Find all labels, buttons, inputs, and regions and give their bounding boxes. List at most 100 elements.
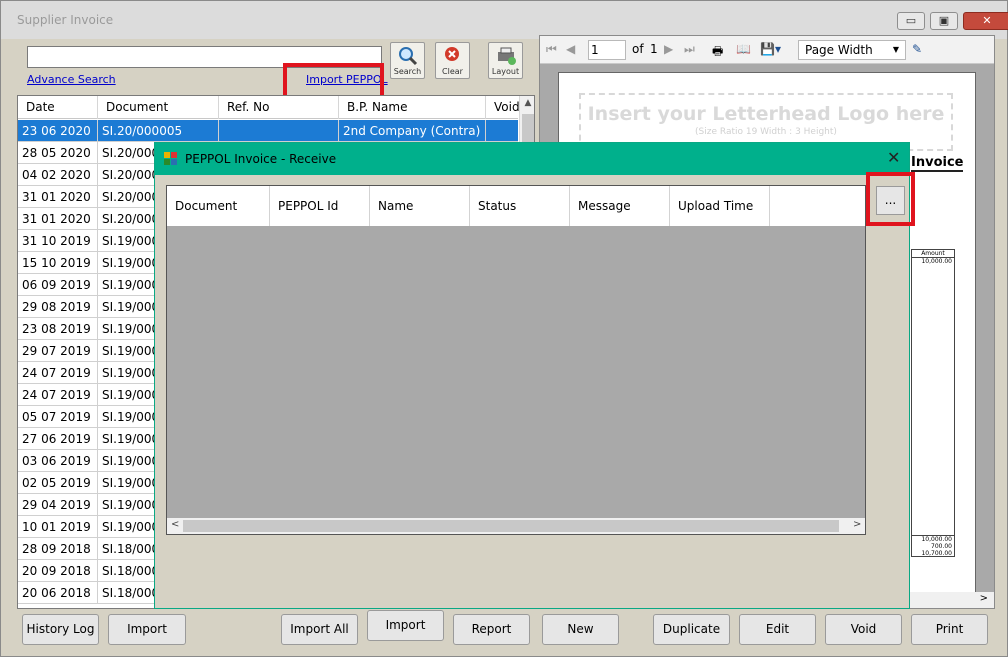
peppol-horizontal-scrollbar[interactable]: < > [167,518,865,534]
maximize-icon: ▣ [938,14,950,27]
dialog-title: PEPPOL Invoice - Receive [185,152,337,166]
col-document[interactable]: Document [98,96,219,119]
layout-icon [498,47,516,65]
minimize-button[interactable]: ▭ [897,12,925,30]
clear-button-label: Clear [442,67,463,76]
preview-toolbar: ⏮ ◀ 1 of 1 ▶ ⏭ 🖶 📖 💾▾ Page Width ▼ ✎ [540,36,994,64]
void-button[interactable]: Void [825,614,902,645]
scroll-up-icon[interactable]: ▲ [520,98,534,108]
table-cell: 28 09 2018 [18,538,98,560]
supplier-invoice-window: Supplier Invoice ▭ ▣ ✕ Advance Search Im… [0,0,1008,657]
col-peppol-document[interactable]: Document [167,186,270,226]
next-page-icon[interactable]: ▶ [664,42,673,56]
dialog-close-icon[interactable]: ✕ [887,148,900,167]
of-label: of [632,42,644,56]
clear-icon [445,47,459,61]
col-ref-no[interactable]: Ref. No [219,96,339,119]
advance-search-link[interactable]: Advance Search [27,73,116,86]
totals-block: 10,000.00 700.00 10,700.00 [912,535,954,557]
scroll-left-icon[interactable]: < [171,519,179,530]
table-cell: 05 07 2019 [18,406,98,428]
col-peppol-message[interactable]: Message [570,186,670,226]
col-peppol-name[interactable]: Name [370,186,470,226]
logo-size-hint: (Size Ratio 19 Width : 3 Height) [695,127,837,137]
close-button[interactable]: ✕ [963,12,1008,30]
amount-header: Amount [912,250,954,258]
import-button[interactable]: Import [108,614,186,645]
search-button-label: Search [393,67,422,76]
history-log-button[interactable]: History Log [22,614,99,645]
table-cell: 02 05 2019 [18,472,98,494]
highlight-import-peppol [283,63,384,99]
table-cell: 24 07 2019 [18,384,98,406]
table-cell: 27 06 2019 [18,428,98,450]
table-cell: 06 09 2019 [18,274,98,296]
table-cell: SI.20/000005 [98,120,219,142]
search-icon [399,47,418,66]
page-setup-icon[interactable]: 📖 [736,42,751,56]
logo-placeholder-text: Insert your Letterhead Logo here [587,103,945,125]
dialog-title-bar: PEPPOL Invoice - Receive ✕ [155,143,909,175]
table-cell: 29 04 2019 [18,494,98,516]
layout-button[interactable]: Layout [488,42,523,79]
first-page-icon[interactable]: ⏮ [546,42,557,57]
peppol-scroll-thumb[interactable] [183,520,839,532]
peppol-grid[interactable]: Document PEPPOL Id Name Status Message U… [166,185,866,535]
col-peppol-status[interactable]: Status [470,186,570,226]
table-cell [219,120,339,142]
table-cell: 24 07 2019 [18,362,98,384]
table-cell: 03 06 2019 [18,450,98,472]
prev-page-icon[interactable]: ◀ [566,42,575,56]
duplicate-button[interactable]: Duplicate [653,614,730,645]
peppol-grid-header: Document PEPPOL Id Name Status Message U… [167,186,865,226]
title-bar: Supplier Invoice ▭ ▣ ✕ [1,1,1008,39]
minimize-icon: ▭ [905,14,917,27]
table-cell: 23 06 2020 [18,120,98,142]
grid-header: Date Document Ref. No B.P. Name Void [18,96,520,119]
table-cell: 29 08 2019 [18,296,98,318]
peppol-receive-dialog: PEPPOL Invoice - Receive ✕ Document PEPP… [154,142,915,609]
maximize-button[interactable]: ▣ [930,12,958,30]
col-bp-name[interactable]: B.P. Name [339,96,486,119]
amount-line: 10,000.00 [921,258,952,265]
import-all-button[interactable]: Import All [281,614,358,645]
table-cell [486,120,520,142]
amount-column: Amount 10,000.00 10,000.00 700.00 10,700… [911,249,955,557]
save-icon[interactable]: 💾▾ [760,42,781,56]
col-peppol-id[interactable]: PEPPOL Id [270,186,370,226]
zoom-select-value: Page Width [805,43,873,57]
clear-button[interactable]: Clear [435,42,470,79]
import-button-2[interactable]: Import [367,610,444,641]
table-cell: 29 07 2019 [18,340,98,362]
zoom-select[interactable]: Page Width ▼ [798,40,906,60]
table-cell: 23 08 2019 [18,318,98,340]
last-page-icon[interactable]: ⏭ [684,42,695,57]
new-button[interactable]: New [542,614,619,645]
search-button[interactable]: Search [390,42,425,79]
scroll-right-icon-peppol[interactable]: > [853,519,861,530]
table-row[interactable]: 23 06 2020 SI.20/000005 2nd Company (Contr… [18,120,520,142]
scroll-right-icon[interactable]: > [980,593,988,604]
col-void[interactable]: Void [486,96,520,119]
edit-button[interactable]: Edit [739,614,816,645]
page-number-input[interactable]: 1 [588,40,626,60]
table-cell: 15 10 2019 [18,252,98,274]
print-button[interactable]: Print [911,614,988,645]
invoice-heading: Invoice [911,155,964,172]
col-date[interactable]: Date [18,96,98,119]
table-cell: 20 06 2018 [18,582,98,604]
window-title: Supplier Invoice [17,13,114,27]
report-button[interactable]: Report [453,614,530,645]
dropdown-arrow-icon: ▼ [892,45,899,54]
print-icon[interactable]: 🖶 [712,42,723,63]
highlight-browse-button [866,172,915,226]
col-peppol-upload-time[interactable]: Upload Time [670,186,770,226]
table-cell: 04 02 2020 [18,164,98,186]
edit-report-icon[interactable]: ✎ [912,42,922,56]
page-count: 1 [650,42,658,56]
table-cell: 31 01 2020 [18,186,98,208]
table-cell: 28 05 2020 [18,142,98,164]
subtotal: 10,000.00 [921,536,952,543]
table-cell: 31 10 2019 [18,230,98,252]
table-cell: 20 09 2018 [18,560,98,582]
